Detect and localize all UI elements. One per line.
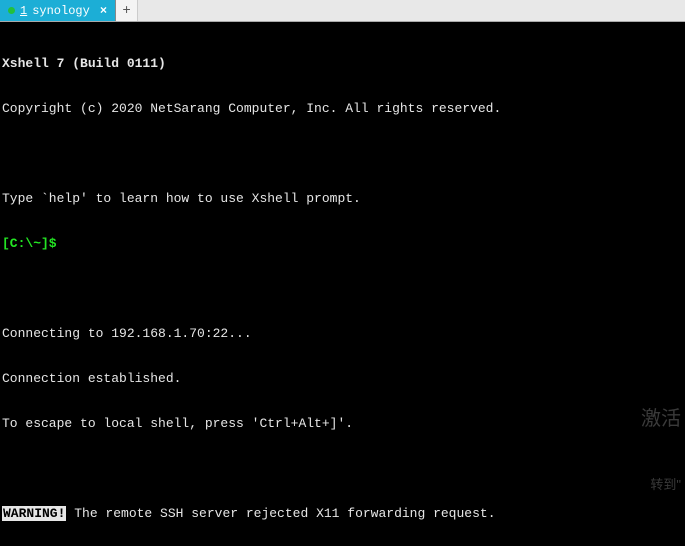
warning-badge: WARNING! <box>2 506 66 521</box>
blank-line <box>2 146 683 161</box>
tab-synology[interactable]: 1 synology × <box>0 0 116 21</box>
tab-bar: 1 synology × + <box>0 0 685 22</box>
tab-title: synology <box>32 4 90 18</box>
escape-hint: To escape to local shell, press 'Ctrl+Al… <box>2 416 683 431</box>
local-prompt: [C:\~]$ <box>2 236 683 251</box>
plus-icon: + <box>122 3 130 19</box>
watermark-line2: 转到" <box>641 474 681 496</box>
warning-text: The remote SSH server rejected X11 forwa… <box>66 506 495 521</box>
blank-line <box>2 461 683 476</box>
connecting-line: Connecting to 192.168.1.70:22... <box>2 326 683 341</box>
copyright-line: Copyright (c) 2020 NetSarang Computer, I… <box>2 101 683 116</box>
established-line: Connection established. <box>2 371 683 386</box>
tab-index: 1 <box>20 4 27 18</box>
blank-line <box>2 281 683 296</box>
new-tab-button[interactable]: + <box>116 0 138 21</box>
warning-line: WARNING! The remote SSH server rejected … <box>2 506 683 521</box>
status-dot-icon <box>8 7 15 14</box>
banner-title: Xshell 7 (Build 0111) <box>2 56 683 71</box>
close-icon[interactable]: × <box>100 4 107 18</box>
terminal-output[interactable]: Xshell 7 (Build 0111) Copyright (c) 2020… <box>0 22 685 546</box>
local-prompt-text: [C:\~]$ <box>2 236 57 251</box>
help-hint: Type `help' to learn how to use Xshell p… <box>2 191 683 206</box>
